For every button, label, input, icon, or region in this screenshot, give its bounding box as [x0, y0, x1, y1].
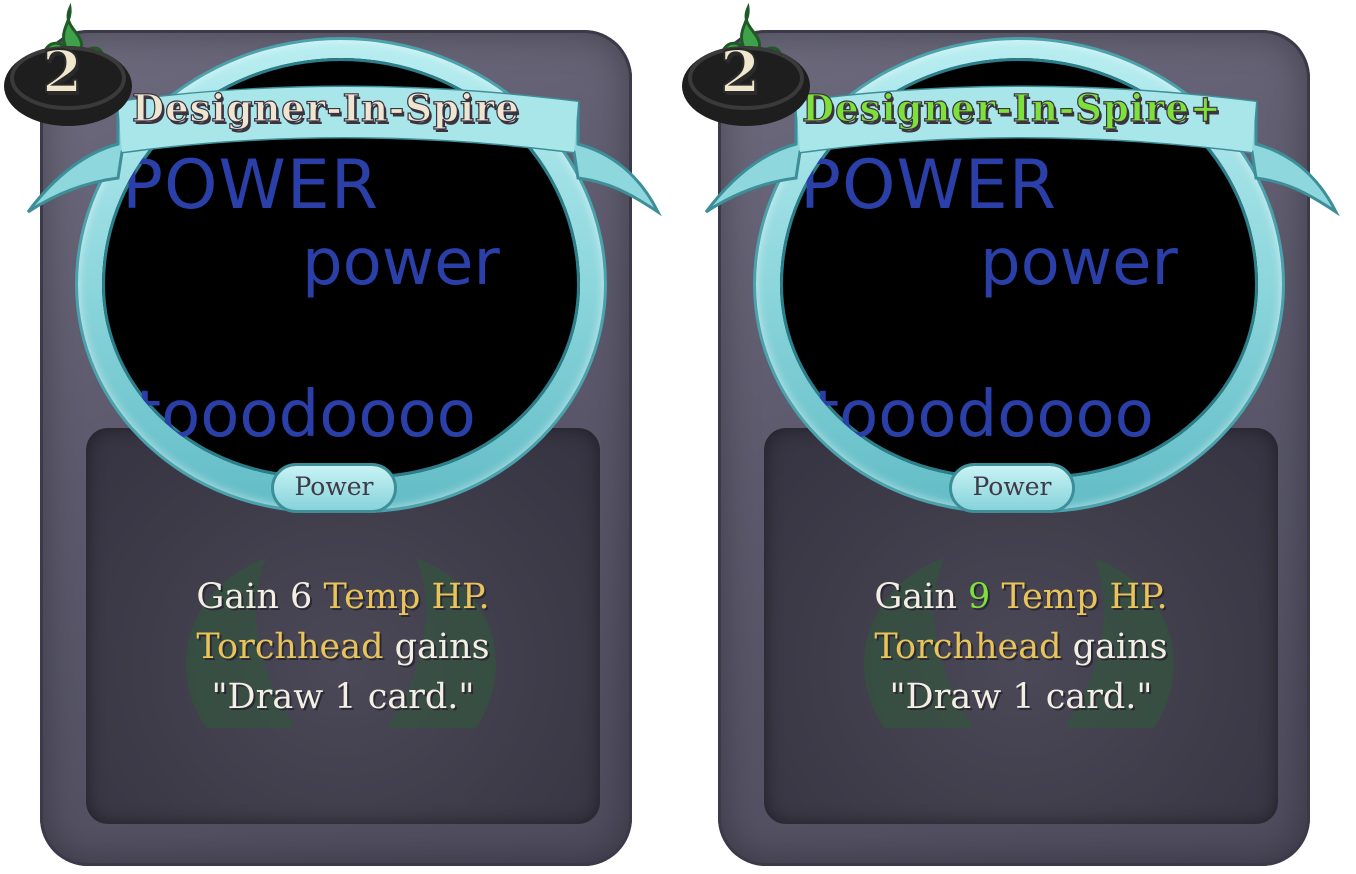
description-line-3: "Draw 1 card." [889, 677, 1153, 717]
card-type-label: Power [294, 472, 374, 501]
description-line-1: Gain 9 Temp HP. [774, 572, 1268, 622]
keyword-torchhead: Torchhead [874, 627, 1062, 667]
description-line-2: Torchhead gains [774, 622, 1268, 672]
keyword-temp-hp: Temp HP [1001, 577, 1157, 617]
keyword-torchhead: Torchhead [196, 627, 384, 667]
description-line-1: Gain 6 Temp HP. [96, 572, 590, 622]
card-designer-in-spire[interactable]: POWER power tooodoooo Designer-In-Spire … [0, 0, 662, 874]
description-line-3: "Draw 1 card." [211, 677, 475, 717]
art-text-line-3: tooodoooo [136, 378, 476, 452]
energy-cost-value: 2 [41, 37, 83, 107]
description-text: . [1156, 577, 1168, 617]
temp-hp-amount: 6 [290, 577, 313, 617]
description-text: gains [383, 627, 490, 667]
card-title: Designer-In-Spire+ [801, 85, 1222, 130]
description-text: . [478, 577, 490, 617]
description-text: gains [1061, 627, 1168, 667]
keyword-temp-hp: Temp HP [323, 577, 479, 617]
art-text-line-2: power [302, 226, 500, 300]
card-type-label: Power [972, 472, 1052, 501]
energy-cost-value: 2 [719, 37, 761, 107]
card-title: Designer-In-Spire [131, 85, 520, 130]
temp-hp-amount: 9 [968, 577, 991, 617]
description-text: Gain [874, 577, 969, 617]
art-text-line-3: tooodoooo [814, 378, 1154, 452]
description-text: Gain [196, 577, 291, 617]
card-description: Gain 6 Temp HP. Torchhead gains "Draw 1 … [96, 572, 590, 722]
card-description: Gain 9 Temp HP. Torchhead gains "Draw 1 … [774, 572, 1268, 722]
card-designer-in-spire-upgraded[interactable]: POWER power tooodoooo Designer-In-Spire+… [678, 0, 1340, 874]
art-text-line-2: power [980, 226, 1178, 300]
description-line-2: Torchhead gains [96, 622, 590, 672]
